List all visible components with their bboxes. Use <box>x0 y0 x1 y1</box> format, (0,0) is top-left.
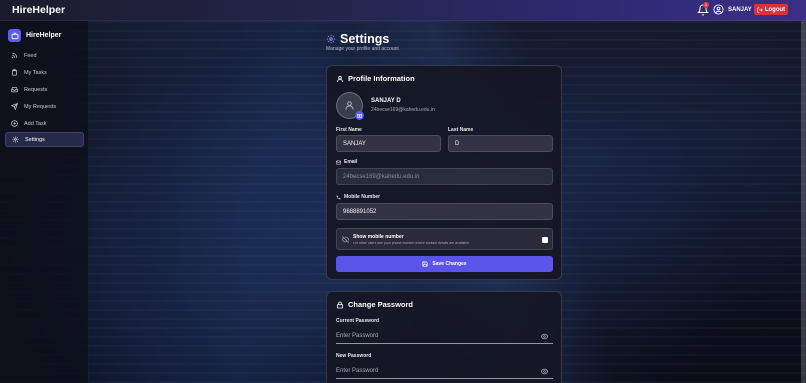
mobile-label-row: Mobile Number <box>336 194 380 200</box>
sidebar-item-label: Requests <box>24 86 48 93</box>
sidebar-brand-label: HireHelper <box>26 32 62 39</box>
user-circle-icon <box>713 4 724 15</box>
sidebar-item-label: My Tasks <box>24 69 47 76</box>
password-section-label: Change Password <box>348 300 414 309</box>
mail-icon <box>336 160 341 164</box>
avatar-user-icon <box>345 101 354 110</box>
mobile-field[interactable]: 9688891052 <box>336 203 553 220</box>
first-name-label: First Name <box>336 127 362 133</box>
sidebar-item-label: My Requests <box>24 103 57 110</box>
password-section-title: Change Password <box>336 300 413 309</box>
briefcase-icon <box>8 29 21 42</box>
save-changes-label: Save Changes <box>432 261 467 267</box>
save-icon <box>422 261 428 267</box>
user-menu[interactable]: SANJAY <box>713 4 752 15</box>
sidebar-item-my-requests[interactable]: My Requests <box>5 99 84 114</box>
email-field: 24becse169@kahedu.edu.in <box>336 168 553 185</box>
profile-email: 24becse169@kahedu.edu.in <box>371 107 435 113</box>
save-changes-button[interactable]: Save Changes <box>336 256 553 272</box>
logout-button[interactable]: Logout <box>754 4 788 15</box>
scrollbar-thumb[interactable] <box>801 21 806 383</box>
show-mobile-title: Show mobile number <box>353 234 404 240</box>
profile-section-label: Profile Information <box>348 74 415 83</box>
notification-badge: 1 <box>703 2 709 8</box>
sidebar-item-my-tasks[interactable]: My Tasks <box>5 65 84 80</box>
profile-section-title: Profile Information <box>336 74 415 83</box>
phone-icon <box>336 195 341 199</box>
sidebar: HireHelper Feed My Tasks Requests My Req… <box>0 21 89 383</box>
new-password-placeholder: Enter Password <box>336 367 379 374</box>
profile-name: SANJAY D <box>371 98 401 104</box>
user-icon <box>336 75 344 82</box>
top-navbar: HireHelper 1 SANJAY Logout <box>0 0 806 21</box>
sidebar-item-requests[interactable]: Requests <box>5 82 84 97</box>
current-password-field[interactable]: Enter Password <box>336 328 553 344</box>
sidebar-item-feed[interactable]: Feed <box>5 48 84 63</box>
plus-circle-icon <box>11 120 18 127</box>
page-subtitle: Manage your profile and account <box>326 46 399 52</box>
new-password-field[interactable]: Enter Password <box>336 363 553 379</box>
email-label-row: Email <box>336 159 357 165</box>
current-password-placeholder: Enter Password <box>336 332 379 339</box>
sidebar-brand[interactable]: HireHelper <box>8 29 61 42</box>
logout-label: Logout <box>764 6 786 13</box>
camera-icon[interactable] <box>355 111 364 120</box>
email-label: Email <box>344 159 358 165</box>
sidebar-item-settings[interactable]: Settings <box>5 132 84 147</box>
last-name-label: Last Name <box>448 127 474 133</box>
sidebar-item-label: Feed <box>24 52 37 59</box>
profile-card: Profile Information SANJAY D 24becse169@… <box>326 65 562 280</box>
mobile-label: Mobile Number <box>344 194 381 200</box>
tasks-icon <box>12 69 17 76</box>
sidebar-item-add-task[interactable]: Add Task <box>5 116 84 131</box>
last-name-field[interactable]: D <box>448 135 553 152</box>
gear-icon <box>12 136 19 143</box>
sidebar-item-label: Settings <box>25 136 45 143</box>
send-icon <box>11 103 18 110</box>
scrollbar[interactable] <box>801 21 806 383</box>
lock-icon <box>336 301 344 308</box>
show-mobile-checkbox[interactable] <box>542 237 548 243</box>
inbox-icon <box>11 87 18 93</box>
logout-icon <box>757 6 763 13</box>
brand-logo[interactable]: HireHelper <box>12 4 65 16</box>
current-password-label: Current Password <box>336 318 380 324</box>
show-mobile-toggle: Show mobile number Let other users see y… <box>336 228 553 250</box>
eye-off-icon <box>342 236 349 243</box>
page-title: Settings <box>340 32 390 46</box>
feed-icon <box>11 52 18 59</box>
password-card: Change Password Current Password Enter P… <box>326 291 562 383</box>
eye-icon[interactable] <box>541 333 548 340</box>
new-password-label: New Password <box>336 353 372 359</box>
first-name-field[interactable]: SANJAY <box>336 135 441 152</box>
sidebar-item-label: Add Task <box>24 120 47 127</box>
settings-gear-icon <box>326 34 336 44</box>
username-label: SANJAY <box>728 6 752 13</box>
eye-icon[interactable] <box>541 368 548 375</box>
show-mobile-description: Let other users see your phone number wh… <box>353 241 470 245</box>
